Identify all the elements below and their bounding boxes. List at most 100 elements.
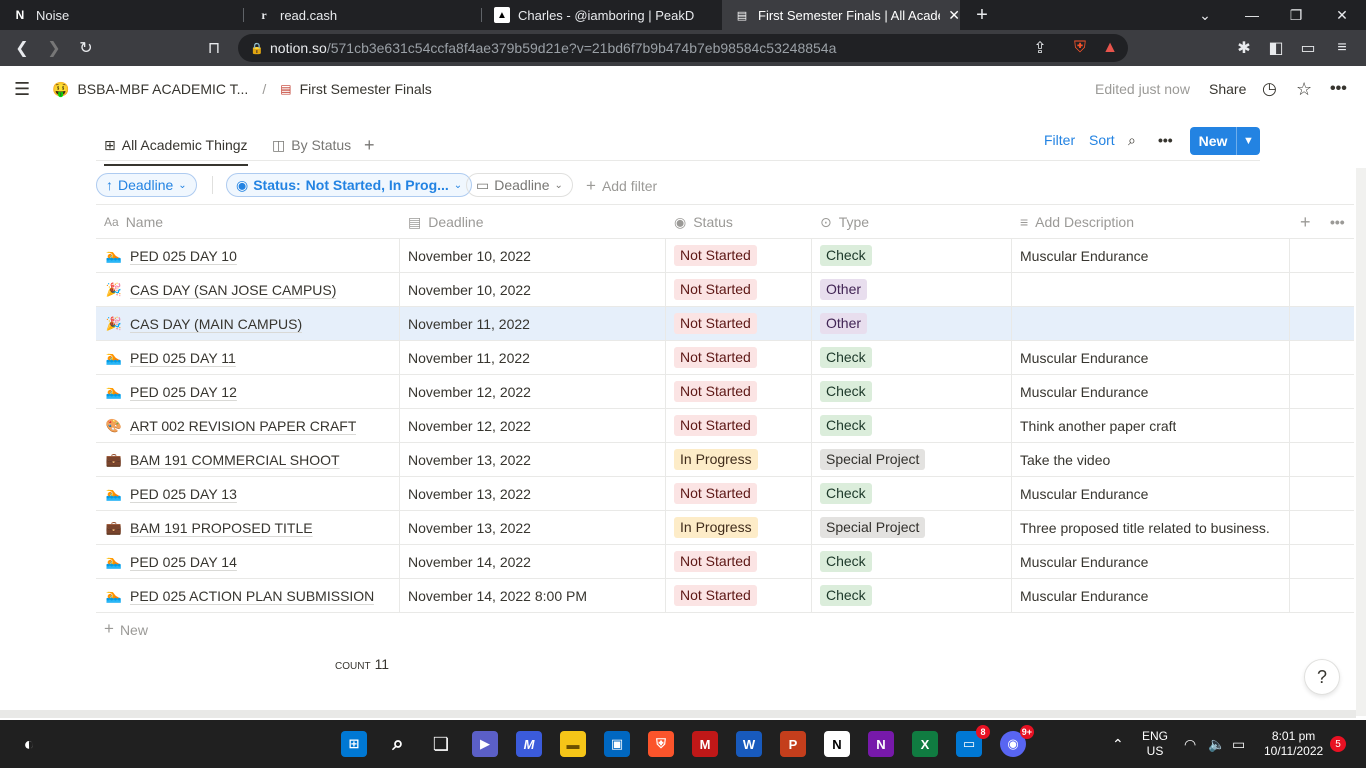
table-row[interactable]: 🏊 PED 025 DAY 10 November 10, 2022 Not Star… bbox=[96, 239, 1354, 273]
task-view-icon[interactable]: ❏ bbox=[428, 731, 454, 757]
description-cell[interactable]: Muscular Endurance bbox=[1020, 239, 1148, 272]
share-button[interactable]: Share bbox=[1209, 81, 1246, 97]
description-cell[interactable]: Muscular Endurance bbox=[1020, 579, 1148, 612]
horizontal-scrollbar[interactable] bbox=[0, 710, 1356, 718]
type-cell[interactable]: Check bbox=[820, 375, 872, 408]
column-type[interactable]: ⊙ Type bbox=[820, 205, 869, 239]
add-filter-button[interactable]: + Add filter bbox=[586, 176, 657, 196]
status-cell[interactable]: Not Started bbox=[674, 341, 757, 374]
row-title[interactable]: PED 025 DAY 13 bbox=[130, 486, 237, 502]
name-cell[interactable]: 🏊 PED 025 DAY 10 bbox=[106, 239, 237, 272]
type-cell[interactable]: Special Project bbox=[820, 511, 926, 544]
history-icon[interactable]: ◷ bbox=[1262, 79, 1277, 99]
name-cell[interactable]: 🏊 PED 025 DAY 11 bbox=[106, 341, 236, 374]
status-cell[interactable]: Not Started bbox=[674, 307, 757, 340]
teams-chat-icon[interactable]: ▶ bbox=[472, 731, 498, 757]
menu-icon[interactable]: ≡ bbox=[1328, 30, 1356, 66]
view-more-icon[interactable]: ••• bbox=[1158, 132, 1173, 148]
status-filter-chip[interactable]: ◉ Status: Not Started, In Prog... ⌄ bbox=[226, 173, 473, 197]
sort-deadline-chip[interactable]: ↑ Deadline ⌄ bbox=[96, 173, 197, 197]
minimize-icon[interactable]: — bbox=[1230, 0, 1274, 30]
extensions-icon[interactable]: ✱ bbox=[1230, 30, 1258, 66]
hamburger-icon[interactable]: ☰ bbox=[14, 79, 30, 100]
microsoft-store-icon[interactable]: ▣ bbox=[604, 731, 630, 757]
tab-by-status[interactable]: ◫ By Status bbox=[272, 130, 351, 160]
status-cell[interactable]: Not Started bbox=[674, 239, 757, 272]
volume-icon[interactable]: 🔈 bbox=[1208, 720, 1225, 768]
chevron-down-icon[interactable]: ▼ bbox=[1236, 127, 1260, 155]
tab-noise[interactable]: N Noise bbox=[0, 0, 242, 30]
status-cell[interactable]: Not Started bbox=[674, 273, 757, 306]
row-title[interactable]: CAS DAY (SAN JOSE CAMPUS) bbox=[130, 282, 336, 298]
status-cell[interactable]: In Progress bbox=[674, 443, 758, 476]
new-tab-icon[interactable]: + bbox=[960, 0, 1004, 30]
type-cell[interactable]: Check bbox=[820, 477, 872, 510]
description-cell[interactable]: Muscular Endurance bbox=[1020, 375, 1148, 408]
back-icon[interactable]: ❮ bbox=[8, 30, 36, 66]
notion-app-icon[interactable]: N bbox=[824, 731, 850, 757]
name-cell[interactable]: 💼 BAM 191 COMMERCIAL SHOOT bbox=[106, 443, 340, 476]
deadline-cell[interactable]: November 14, 2022 8:00 PM bbox=[408, 579, 587, 612]
type-cell[interactable]: Special Project bbox=[820, 443, 926, 476]
deadline-cell[interactable]: November 14, 2022 bbox=[408, 545, 531, 578]
word-icon[interactable]: W bbox=[736, 731, 762, 757]
table-row[interactable]: 🏊 PED 025 DAY 12 November 12, 2022 Not Star… bbox=[96, 375, 1354, 409]
description-cell[interactable]: Take the video bbox=[1020, 443, 1110, 476]
file-explorer-icon[interactable]: ▬ bbox=[560, 731, 586, 757]
favorite-star-icon[interactable]: ☆ bbox=[1296, 79, 1312, 100]
type-cell[interactable]: Other bbox=[820, 307, 868, 340]
description-cell[interactable]: Muscular Endurance bbox=[1020, 477, 1148, 510]
search-icon[interactable]: ⌕ bbox=[385, 731, 411, 757]
deadline-cell[interactable]: November 10, 2022 bbox=[408, 239, 531, 272]
column-status[interactable]: ◉ Status bbox=[674, 205, 733, 239]
name-cell[interactable]: 🎨 ART 002 REVISION PAPER CRAFT bbox=[106, 409, 356, 442]
maximize-icon[interactable]: ❐ bbox=[1274, 0, 1318, 30]
deadline-cell[interactable]: November 13, 2022 bbox=[408, 443, 531, 476]
start-icon[interactable]: ⊞ bbox=[341, 731, 367, 757]
brave-rewards-icon[interactable]: ▲ bbox=[1096, 30, 1124, 66]
table-row[interactable]: 🏊 PED 025 DAY 13 November 13, 2022 Not Star… bbox=[96, 477, 1354, 511]
description-cell[interactable]: Think another paper craft bbox=[1020, 409, 1176, 442]
breadcrumb-page[interactable]: First Semester Finals bbox=[300, 81, 432, 97]
column-name[interactable]: Aa Name bbox=[104, 205, 163, 239]
name-cell[interactable]: 🏊 PED 025 ACTION PLAN SUBMISSION bbox=[106, 579, 374, 612]
type-cell[interactable]: Check bbox=[820, 579, 872, 612]
type-cell[interactable]: Check bbox=[820, 545, 872, 578]
forward-icon[interactable]: ❯ bbox=[40, 30, 68, 66]
row-title[interactable]: PED 025 ACTION PLAN SUBMISSION bbox=[130, 588, 374, 604]
name-cell[interactable]: 🏊 PED 025 DAY 13 bbox=[106, 477, 237, 510]
notification-center[interactable]: 5 bbox=[1330, 720, 1346, 768]
close-window-icon[interactable]: ✕ bbox=[1320, 0, 1364, 30]
discord-icon[interactable]: ◉ 9+ bbox=[1000, 725, 1034, 757]
reload-icon[interactable]: ↻ bbox=[72, 30, 100, 66]
column-description[interactable]: ≡ Add Description bbox=[1020, 205, 1134, 239]
status-cell[interactable]: Not Started bbox=[674, 477, 757, 510]
deadline-filter-chip[interactable]: ▭ Deadline ⌄ bbox=[466, 173, 573, 197]
table-row[interactable]: 🎉 CAS DAY (MAIN CAMPUS) November 11, 2022 N… bbox=[96, 307, 1354, 341]
deadline-cell[interactable]: November 13, 2022 bbox=[408, 511, 531, 544]
clock[interactable]: 8:01 pm 10/11/2022 bbox=[1264, 720, 1323, 768]
table-row[interactable]: 💼 BAM 191 COMMERCIAL SHOOT November 13, 20… bbox=[96, 443, 1354, 477]
more-options-icon[interactable]: ••• bbox=[1330, 80, 1347, 98]
deadline-cell[interactable]: November 11, 2022 bbox=[408, 341, 530, 374]
bookmark-icon[interactable]: ⊓ bbox=[200, 30, 228, 66]
language-indicator[interactable]: ENG US bbox=[1142, 720, 1168, 768]
status-cell[interactable]: In Progress bbox=[674, 511, 758, 544]
add-column-icon[interactable]: + bbox=[1300, 205, 1311, 239]
row-title[interactable]: ART 002 REVISION PAPER CRAFT bbox=[130, 418, 356, 434]
row-title[interactable]: PED 025 DAY 12 bbox=[130, 384, 237, 400]
table-row[interactable]: 🏊 PED 025 ACTION PLAN SUBMISSION November … bbox=[96, 579, 1354, 613]
type-cell[interactable]: Check bbox=[820, 239, 872, 272]
deadline-cell[interactable]: November 13, 2022 bbox=[408, 477, 531, 510]
onenote-icon[interactable]: N bbox=[868, 731, 894, 757]
excel-icon[interactable]: X bbox=[912, 731, 938, 757]
row-title[interactable]: PED 025 DAY 10 bbox=[130, 248, 237, 264]
status-cell[interactable]: Not Started bbox=[674, 375, 757, 408]
name-cell[interactable]: 🏊 PED 025 DAY 12 bbox=[106, 375, 237, 408]
row-title[interactable]: PED 025 DAY 14 bbox=[130, 554, 237, 570]
table-row[interactable]: 🏊 PED 025 DAY 11 November 11, 2022 Not Star… bbox=[96, 341, 1354, 375]
status-cell[interactable]: Not Started bbox=[674, 409, 757, 442]
status-cell[interactable]: Not Started bbox=[674, 545, 757, 578]
sketch-app-icon[interactable]: M bbox=[516, 731, 542, 757]
remote-desktop-icon[interactable]: ▭ 8 bbox=[956, 725, 990, 757]
